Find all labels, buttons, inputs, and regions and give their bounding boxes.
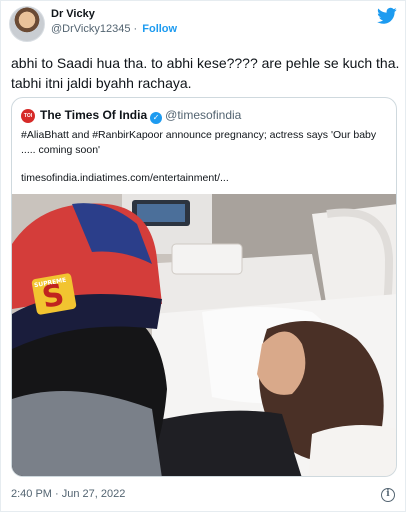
twitter-bird-icon[interactable] [377,7,397,25]
follow-button[interactable]: Follow [142,23,177,35]
quoted-tweet-photo[interactable]: S SUPREME [12,194,396,476]
tweet-card: Dr Vicky @DrVicky12345 · Follow abhi to … [0,0,406,512]
quoted-tweet[interactable]: TOI The Times Of India ✓ @timesofindia #Al… [11,97,397,477]
author-handle-row: @DrVicky12345 · Follow [51,23,177,35]
verified-badge-icon: ✓ [150,112,163,124]
hospital-photo: S SUPREME [12,194,396,476]
quoted-author-name: The Times Of India [40,108,148,122]
quoted-author-handle: @timesofindia [165,108,242,122]
toi-logo: TOI [21,109,35,123]
tweet-text: abhi to Saadi hua tha. to abhi kese???? … [11,55,400,91]
separator-dot: · [133,23,138,35]
author-name[interactable]: Dr Vicky [51,8,95,20]
quoted-author-row: The Times Of India ✓ @timesofindia [40,108,241,124]
quoted-tweet-link[interactable]: timesofindia.indiatimes.com/entertainmen… [21,172,229,184]
author-handle[interactable]: @DrVicky12345 [51,23,130,35]
info-icon[interactable]: i [381,488,395,502]
quoted-tweet-text: #AliaBhatt and #RanbirKapoor announce pr… [21,129,377,156]
tweet-timestamp[interactable]: 2:40 PM · Jun 27, 2022 [11,488,125,500]
author-avatar[interactable] [9,6,45,42]
